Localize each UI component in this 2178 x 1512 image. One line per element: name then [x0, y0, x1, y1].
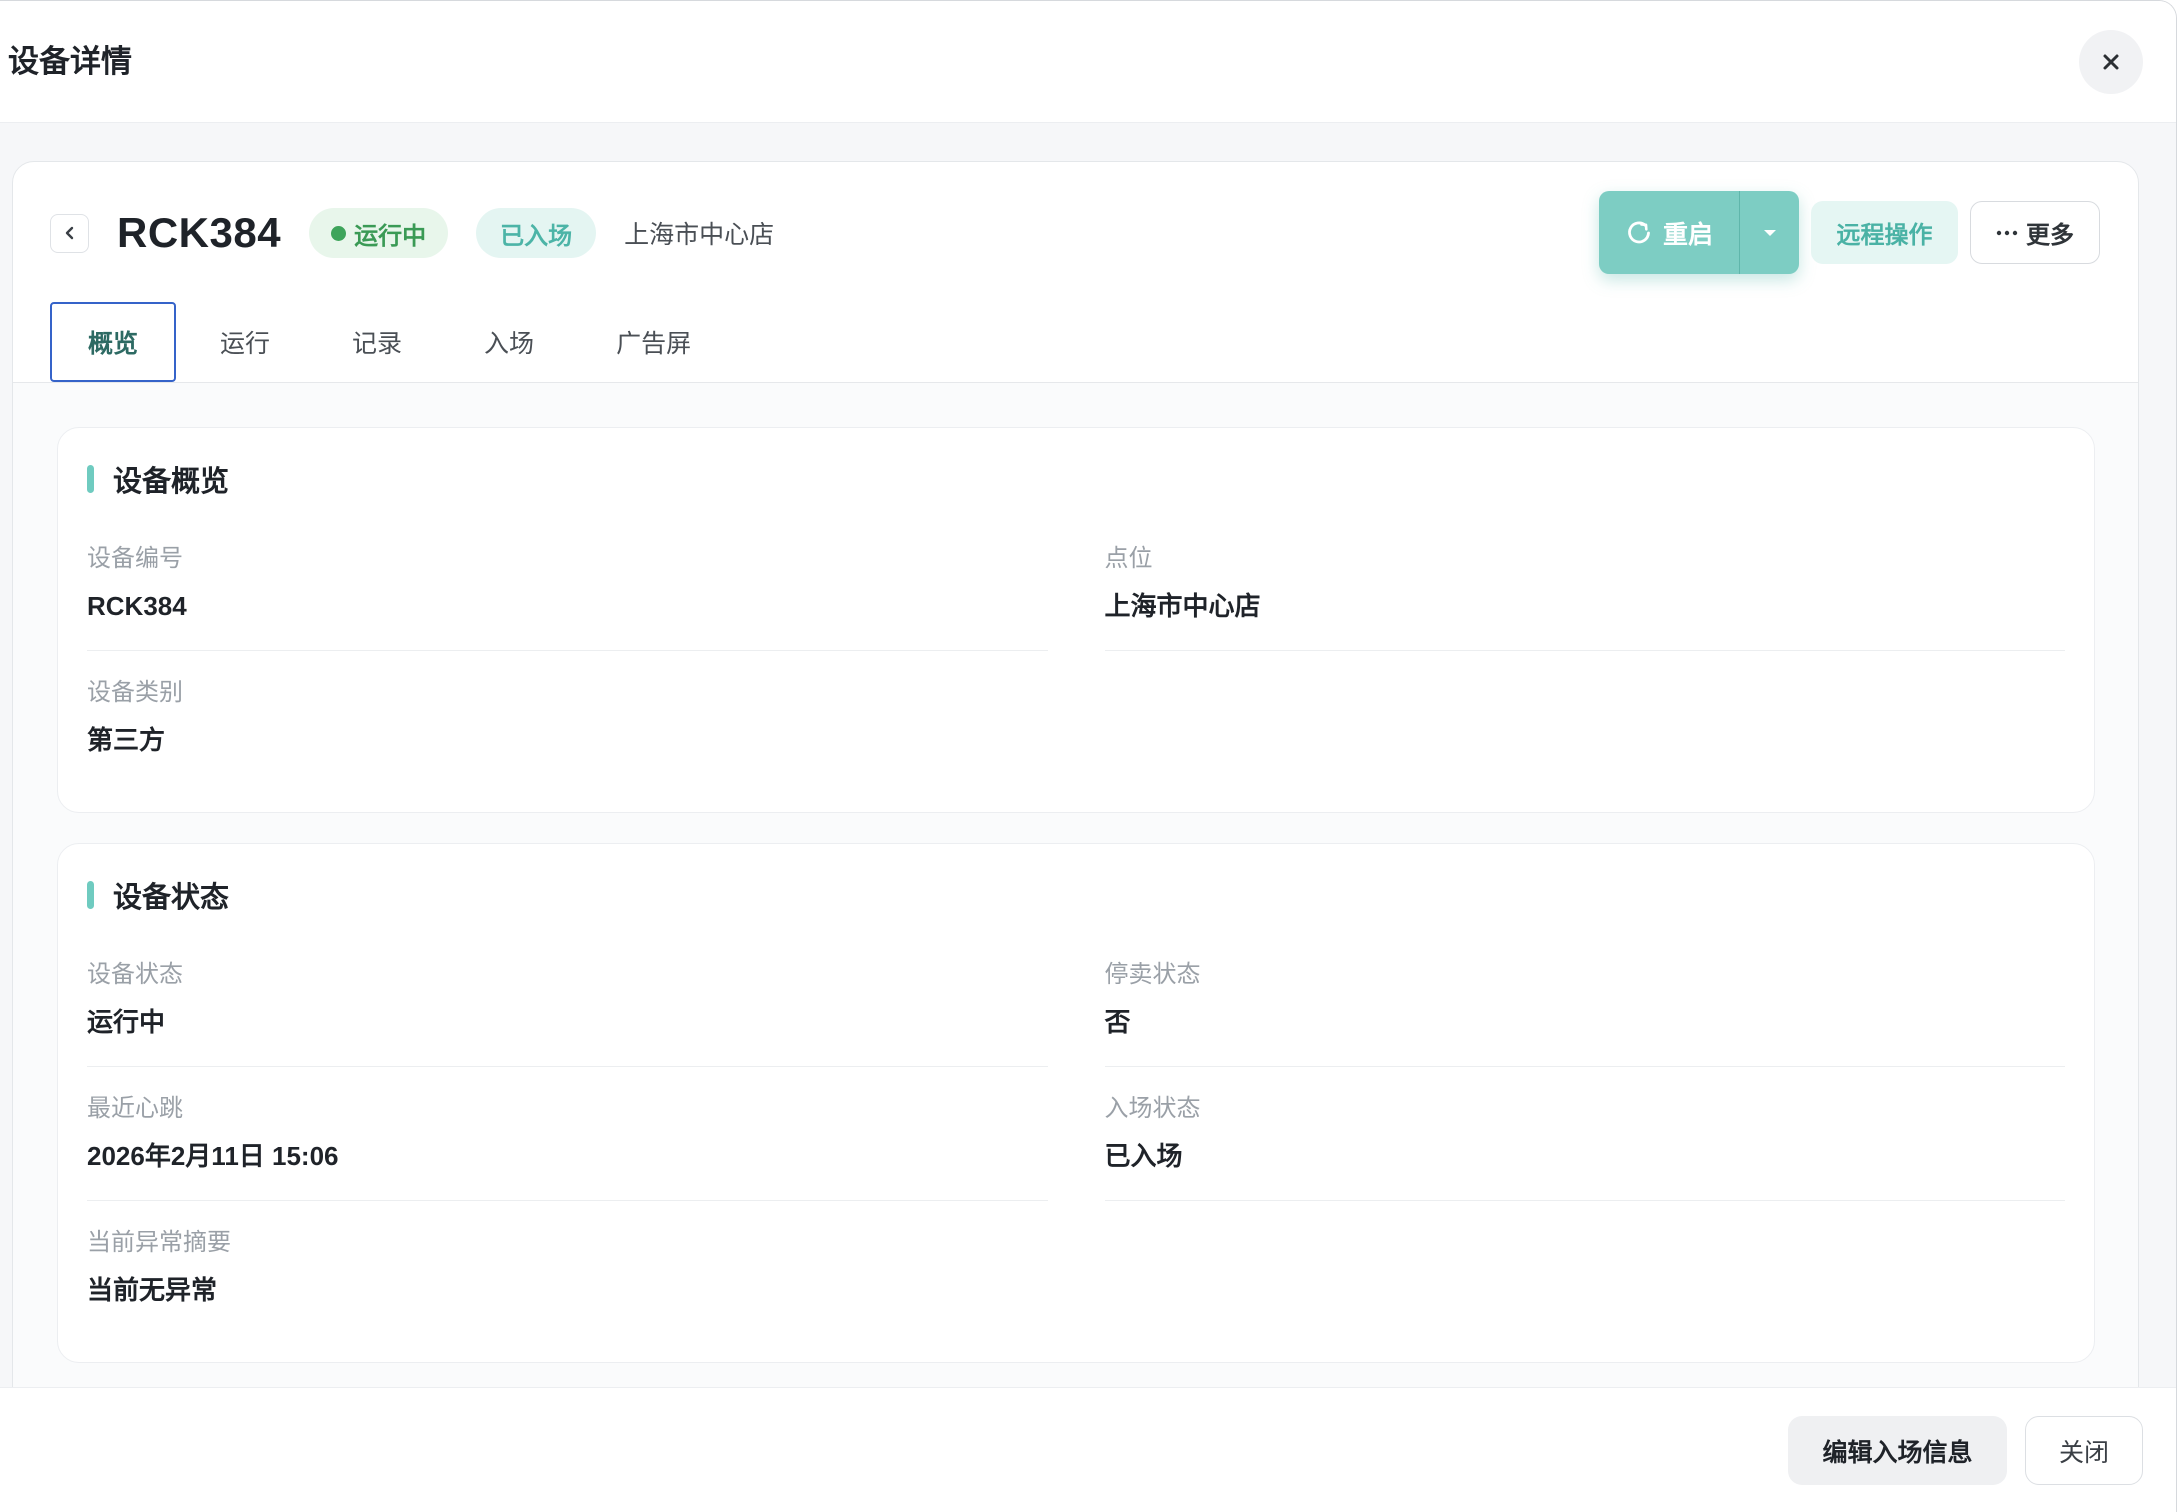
tab-bar: 概览 运行 记录 入场 广告屏: [13, 302, 2138, 383]
device-code-title: RCK384: [117, 209, 282, 256]
field-label: 设备类别: [87, 679, 183, 706]
tab-list: 概览 运行 记录 入场 广告屏: [50, 302, 729, 382]
field-value: 已入场: [1104, 1141, 1183, 1171]
more-button-label: 更多: [2026, 222, 2074, 249]
footer-close-button[interactable]: 关闭: [2025, 1416, 2143, 1485]
back-button[interactable]: [50, 213, 89, 253]
section-accent-bar: [87, 881, 94, 909]
modal-header: 设备详情: [0, 1, 2176, 123]
restart-button[interactable]: 重启: [1599, 191, 1739, 274]
tab-overview[interactable]: 概览: [50, 302, 177, 382]
field-device-category: 设备类别 第三方: [87, 677, 1048, 758]
field-device-status: 设备状态 运行中: [87, 959, 1048, 1067]
device-detail-modal: 设备详情 RCK384 运行中 已入场 上海市中心店 重启 远程操作 更多 概览…: [0, 0, 2177, 1512]
device-card: RCK384 运行中 已入场 上海市中心店 重启 远程操作 更多 概览 运行 记…: [12, 161, 2139, 1387]
field-label: 停卖状态: [1104, 961, 1201, 988]
tab-ad-screen[interactable]: 广告屏: [578, 302, 729, 382]
device-actions: 重启 远程操作 更多: [1599, 191, 2100, 274]
tab-content: 设备概览 设备编号 RCK384 点位 上海市中心店 设备类别 第三方 设备状态…: [13, 383, 2138, 1387]
modal-body: RCK384 运行中 已入场 上海市中心店 重启 远程操作 更多 概览 运行 记…: [0, 123, 2176, 1387]
status-badge-label: 运行中: [354, 222, 427, 250]
caret-down-icon: [1763, 229, 1776, 236]
field-label: 入场状态: [1104, 1095, 1201, 1122]
section-device-overview: 设备概览 设备编号 RCK384 点位 上海市中心店 设备类别 第三方: [57, 427, 2095, 813]
modal-title: 设备详情: [8, 44, 132, 79]
field-label: 最近心跳: [87, 1095, 183, 1122]
modal-footer: 编辑入场信息 关闭: [0, 1387, 2176, 1512]
entry-badge: 已入场: [476, 208, 597, 258]
field-last-heartbeat: 最近心跳 2026年2月11日 15:06: [87, 1093, 1048, 1201]
section-title: 设备概览: [113, 466, 230, 498]
close-icon: [2103, 54, 2119, 70]
field-value: RCK384: [87, 591, 187, 621]
section-accent-bar: [87, 465, 94, 493]
remote-operation-button[interactable]: 远程操作: [1811, 201, 1958, 264]
field-label: 设备状态: [87, 961, 183, 988]
field-grid: 设备状态 运行中 停卖状态 否 最近心跳 2026年2月11日 15:06 入场…: [87, 959, 2065, 1308]
close-button[interactable]: [2079, 30, 2143, 94]
section-header: 设备状态: [87, 875, 2065, 915]
field-value: 2026年2月11日 15:06: [87, 1141, 339, 1171]
field-grid: 设备编号 RCK384 点位 上海市中心店 设备类别 第三方: [87, 543, 2065, 758]
field-value: 运行中: [87, 1007, 166, 1037]
restart-button-label: 重启: [1662, 220, 1713, 249]
edit-entry-info-button[interactable]: 编辑入场信息: [1788, 1416, 2007, 1485]
field-sale-stop-status: 停卖状态 否: [1104, 959, 2065, 1067]
field-location: 点位 上海市中心店: [1104, 543, 2065, 651]
restart-dropdown-button[interactable]: [1740, 191, 1799, 274]
status-dot-icon: [331, 225, 347, 241]
more-button[interactable]: 更多: [1970, 201, 2100, 264]
field-anomaly-summary: 当前异常摘要 当前无异常: [87, 1227, 1048, 1308]
section-title: 设备状态: [113, 882, 230, 914]
field-label: 点位: [1104, 545, 1153, 572]
device-header: RCK384 运行中 已入场 上海市中心店: [50, 208, 774, 258]
field-label: 设备编号: [87, 545, 183, 572]
section-device-status: 设备状态 设备状态 运行中 停卖状态 否 最近心跳 2026年2月11日 15:…: [57, 843, 2095, 1363]
field-value: 否: [1104, 1007, 1131, 1037]
device-location: 上海市中心店: [624, 221, 775, 249]
tab-running[interactable]: 运行: [182, 302, 308, 382]
field-value: 第三方: [87, 725, 166, 755]
field-value: 上海市中心店: [1104, 591, 1261, 621]
field-entry-status: 入场状态 已入场: [1104, 1093, 2065, 1201]
field-value: 当前无异常: [87, 1275, 218, 1305]
tab-entry[interactable]: 入场: [446, 302, 572, 382]
field-device-code: 设备编号 RCK384: [87, 543, 1048, 651]
more-dots-icon: [1996, 230, 2018, 235]
field-label: 当前异常摘要: [87, 1229, 231, 1256]
restart-split-button: 重启: [1599, 191, 1799, 274]
refresh-icon: [1628, 221, 1650, 243]
chevron-left-icon: [65, 226, 73, 240]
section-header: 设备概览: [87, 459, 2065, 499]
footer-actions: 编辑入场信息 关闭: [1788, 1416, 2143, 1485]
tab-records[interactable]: 记录: [314, 302, 440, 382]
status-badge: 运行中: [309, 208, 449, 258]
